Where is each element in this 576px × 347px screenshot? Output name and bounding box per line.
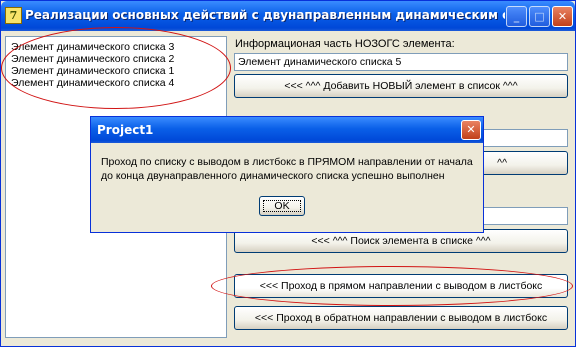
annotation-ellipse-listbox — [1, 27, 231, 109]
maximize-button[interactable]: □ — [529, 6, 550, 27]
dialog-message-line-1: Проход по списку с выводом в листбокс в … — [101, 156, 473, 168]
dialog-message-line-2: до конца двунаправленного динамического … — [101, 170, 445, 182]
dialog-title: Project1 — [97, 123, 154, 137]
dialog-close-button[interactable]: ✕ — [461, 120, 481, 140]
window-title: Реализации основных действий с двунаправ… — [25, 8, 505, 22]
dialog-message: Проход по списку с выводом в листбокс в … — [101, 155, 477, 183]
annotation-ellipse-forward — [211, 266, 573, 306]
ok-button[interactable]: OK — [259, 196, 305, 216]
dialog-title-bar[interactable]: Project1 ✕ — [91, 117, 483, 143]
focus-rect — [263, 200, 301, 212]
minimize-button[interactable]: _ — [506, 6, 527, 27]
info-input[interactable]: Элемент динамического списка 5 — [234, 53, 568, 71]
message-dialog: Project1 ✕ Проход по списку с выводом в … — [90, 116, 484, 233]
close-button[interactable]: ✕ — [552, 6, 573, 27]
info-label: Информационая часть НОЗОГС элемента: — [235, 38, 455, 50]
add-element-button[interactable]: <<< ^^^ Добавить НОВЫЙ элемент в список … — [234, 74, 568, 98]
backward-traverse-button[interactable]: <<< Проход в обратном направлении с выво… — [234, 306, 568, 330]
app-icon: 7 — [5, 7, 22, 24]
title-bar[interactable]: 7 Реализации основных действий с двунапр… — [1, 1, 575, 31]
